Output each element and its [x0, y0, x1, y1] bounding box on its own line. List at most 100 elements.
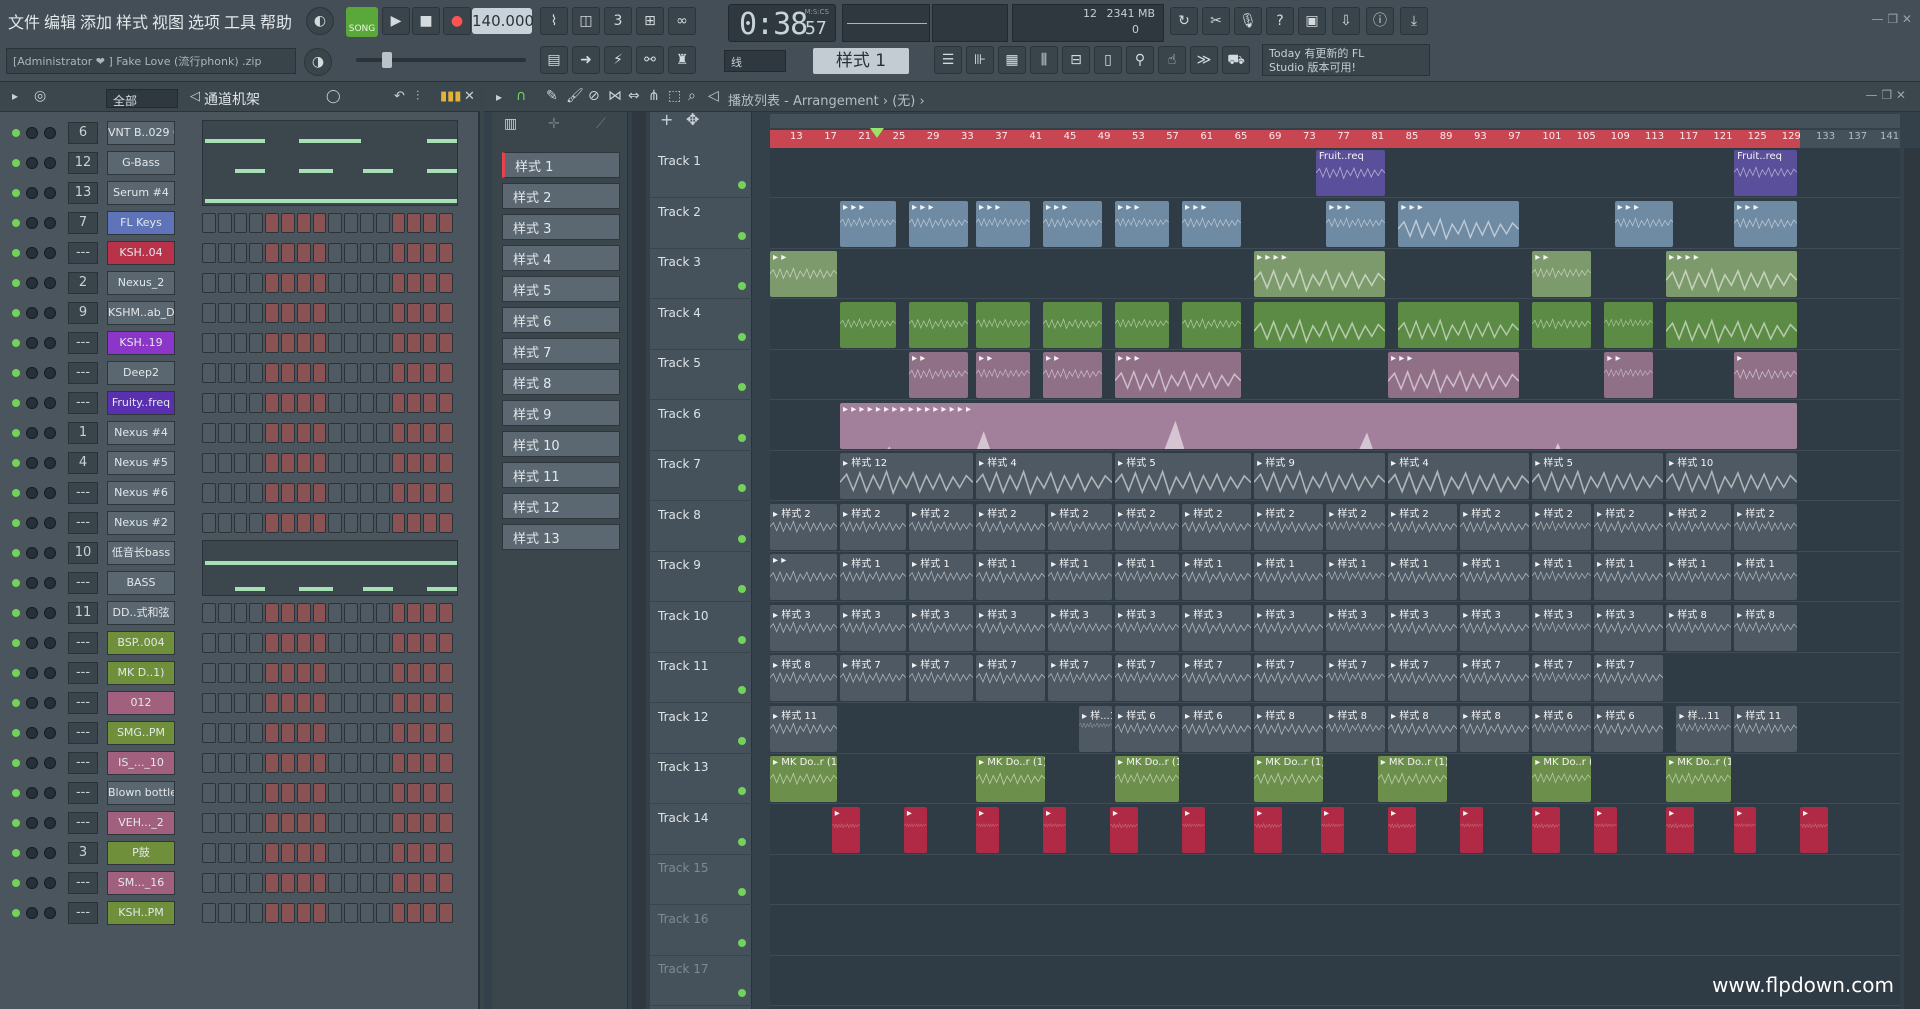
pattern-item[interactable]: 样式 7 [502, 338, 620, 364]
track-mute-led[interactable] [738, 736, 746, 745]
volume-knob[interactable] [44, 817, 56, 829]
mixer-track-number[interactable]: 9 [68, 302, 98, 324]
snap-icon[interactable]: ✥ [686, 110, 699, 129]
channel-name-button[interactable]: BSP..004 [107, 631, 175, 655]
step-button[interactable] [391, 423, 406, 443]
step-button[interactable] [375, 243, 390, 263]
step-button[interactable] [217, 363, 232, 383]
playlist-clip[interactable]: ▸ 样式 1 [909, 554, 973, 600]
pan-knob[interactable] [26, 847, 38, 859]
step-button[interactable] [280, 813, 295, 833]
step-button[interactable] [391, 813, 406, 833]
step-button[interactable] [233, 663, 248, 683]
swing-knob[interactable]: ◯ [326, 89, 341, 104]
note[interactable] [235, 587, 265, 591]
playlist-clip[interactable]: ▸ 样式 8 [1734, 604, 1797, 651]
step-button[interactable] [265, 393, 279, 413]
pattern-item[interactable]: 样式 4 [502, 245, 620, 271]
step-button[interactable] [375, 393, 390, 413]
playlist-clip[interactable]: ▸ 样式 7 [1254, 655, 1324, 701]
playlist-clip[interactable]: ▸ 样式 5 [1532, 453, 1664, 499]
playlist-clip[interactable]: ▸ [1109, 806, 1138, 853]
channel-name-button[interactable]: Nexus #6 [107, 481, 175, 505]
step-button[interactable] [407, 633, 422, 653]
pattern-item[interactable]: 样式 3 [502, 214, 620, 240]
track-lane[interactable]: Fruit..req Fruit..req [770, 148, 1900, 198]
step-button[interactable] [359, 903, 374, 923]
playlist-clip[interactable]: ▸ 样式 2 [1115, 503, 1179, 550]
step-button[interactable] [296, 243, 311, 263]
channel-row[interactable]: --- KSH..04 [0, 238, 480, 268]
playlist-clip[interactable]: ▸ MK Do..r (1) [770, 756, 838, 802]
playlist-clip[interactable]: ▸ 样式 2 [1594, 503, 1664, 550]
step-button[interactable] [359, 603, 374, 623]
step-button[interactable] [202, 603, 216, 623]
mixer-track-number[interactable]: --- [68, 662, 98, 684]
menu-item[interactable]: 帮助 [260, 9, 292, 33]
step-button[interactable] [391, 693, 406, 713]
step-button[interactable] [328, 603, 343, 623]
track-lane[interactable]: ▸ ▸ ▸ ▸ ▸ ▸ ▸ ▸ ▸ ▸ ▸ ▸ ▸ ▸ ▸ ▸ [770, 401, 1900, 451]
playlist-clip[interactable]: ▸ 样式 7 [1532, 655, 1591, 701]
step-edit-button[interactable]: ⊞ [636, 7, 664, 35]
channel-row[interactable]: 3 P鼓 [0, 838, 480, 868]
step-button[interactable] [328, 453, 343, 473]
step-button[interactable] [249, 303, 264, 323]
step-button[interactable] [280, 843, 295, 863]
pan-knob[interactable] [26, 367, 38, 379]
step-button[interactable] [438, 273, 453, 293]
arrow-tool-button[interactable]: ➜ [572, 46, 600, 74]
playlist-clip[interactable]: ▸ 样式 7 [1182, 655, 1252, 701]
step-button[interactable] [438, 393, 453, 413]
track-header[interactable]: Track 10 [650, 603, 752, 653]
step-button[interactable] [280, 423, 295, 443]
mute-led[interactable] [12, 879, 20, 887]
step-button[interactable] [202, 633, 216, 653]
channel-name-button[interactable]: Fruity..freq [107, 391, 175, 415]
channel-row[interactable]: 9 KSHM..ab_D [0, 298, 480, 328]
volume-knob[interactable] [44, 907, 56, 919]
step-button[interactable] [438, 633, 453, 653]
playlist-clip[interactable]: ▸ 样式 4 [976, 453, 1113, 499]
step-button[interactable] [296, 873, 311, 893]
step-button[interactable] [344, 723, 358, 743]
step-button[interactable] [265, 753, 279, 773]
step-button[interactable] [296, 753, 311, 773]
step-button[interactable] [312, 813, 327, 833]
track-lane[interactable]: ▸ ▸ ▸ ▸ ▸ ▸ ▸ ▸ ▸ ▸ ▸ ▸ ▸ ▸ ▸ [770, 350, 1900, 400]
song-mode-toggle[interactable]: SONG [346, 7, 378, 37]
channel-name-button[interactable]: Deep2 [107, 361, 175, 385]
step-button[interactable] [391, 213, 406, 233]
channel-row[interactable]: --- VEH..._2 [0, 808, 480, 838]
channel-row[interactable]: --- Deep2 [0, 358, 480, 388]
playlist-clip[interactable]: ▸ ▸ [976, 352, 1030, 398]
playlist-clip[interactable]: ▸ 样式 9 [1254, 453, 1385, 499]
channel-name-button[interactable]: MK D..1) [107, 661, 175, 685]
mixer-button[interactable]: ⫼ [1030, 46, 1058, 74]
mute-led[interactable] [12, 519, 20, 527]
mixer-track-number[interactable]: --- [68, 752, 98, 774]
step-button[interactable] [265, 423, 279, 443]
pan-knob[interactable] [26, 637, 38, 649]
mute-led[interactable] [12, 789, 20, 797]
mute-led[interactable] [12, 249, 20, 257]
mixer-track-number[interactable]: --- [68, 362, 98, 384]
menu-item[interactable]: 编辑 [44, 9, 76, 33]
step-button[interactable] [202, 333, 216, 353]
step-button[interactable] [344, 873, 358, 893]
step-button[interactable] [328, 723, 343, 743]
step-button[interactable] [202, 213, 216, 233]
mixer-track-number[interactable]: 12 [68, 152, 98, 174]
step-button[interactable] [233, 393, 248, 413]
step-button[interactable] [280, 393, 295, 413]
step-button[interactable] [328, 903, 343, 923]
step-button[interactable] [265, 723, 279, 743]
playlist-clip[interactable]: ▸ 样式 1 [1115, 554, 1179, 600]
playlist-clip[interactable]: Fruit..req [1734, 150, 1797, 196]
playlist-clip[interactable]: ▸ ▸ ▸ [1182, 200, 1241, 247]
playlist-clip[interactable]: ▸ [1666, 806, 1694, 853]
rack-swing-icon[interactable]: ◎ [34, 88, 46, 104]
step-button[interactable] [423, 453, 437, 473]
track-mute-led[interactable] [738, 231, 746, 240]
step-button[interactable] [233, 333, 248, 353]
